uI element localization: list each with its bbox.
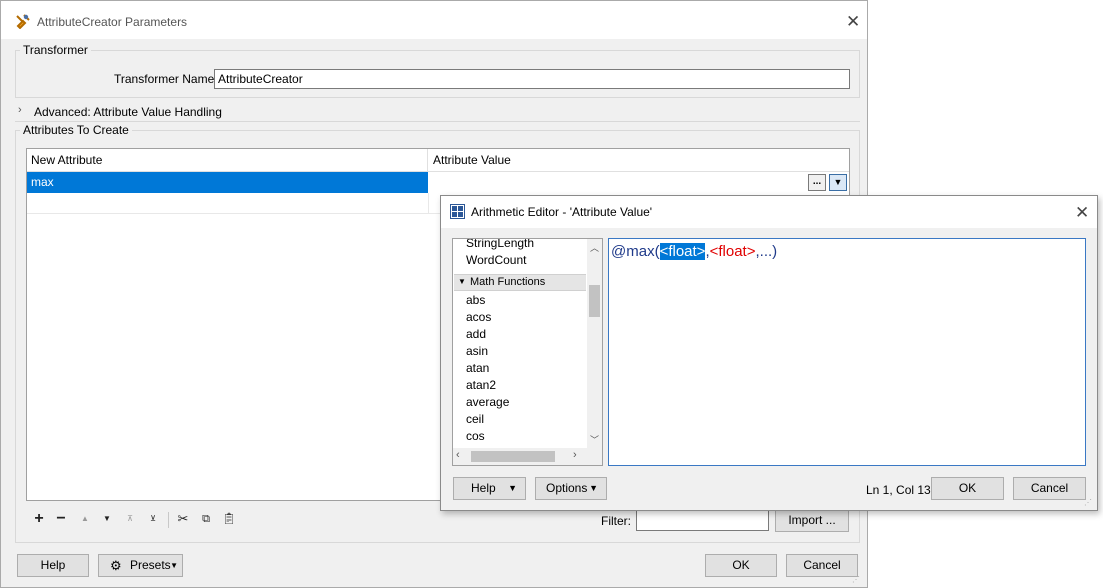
- import-button[interactable]: Import ...: [775, 509, 849, 532]
- copy-icon[interactable]: ⧉: [197, 509, 215, 529]
- new-attribute-cell[interactable]: max: [27, 172, 428, 193]
- math-functions-category-label: Math Functions: [470, 276, 546, 288]
- help-dropdown-arrow-icon: ▼: [508, 483, 517, 493]
- transformer-name-input[interactable]: AttributeCreator: [214, 69, 850, 89]
- fme-transformer-icon: [16, 14, 30, 29]
- resize-grip-icon[interactable]: ⋰: [852, 575, 860, 584]
- value-dropdown-button[interactable]: ▼: [829, 174, 847, 191]
- function-item-atan2[interactable]: atan2: [466, 377, 496, 394]
- remove-row-icon[interactable]: −: [52, 509, 70, 529]
- function-item-asin[interactable]: asin: [466, 343, 488, 360]
- presets-button-label: Presets: [130, 558, 171, 572]
- calculator-icon: [450, 204, 465, 219]
- editor-resize-grip-icon[interactable]: ⋰: [1084, 498, 1092, 507]
- advanced-divider: [15, 121, 860, 122]
- function-item-stringlength[interactable]: StringLength: [466, 239, 534, 252]
- expression-parameter-2[interactable]: <float>: [710, 243, 756, 260]
- vertical-scroll-thumb[interactable]: [589, 285, 600, 317]
- presets-gear-icon: ⚙: [110, 558, 122, 573]
- editor-title-bar: Arithmetic Editor - 'Attribute Value' ✕: [441, 196, 1097, 228]
- presets-dropdown-arrow-icon: ▼: [170, 561, 178, 570]
- horizontal-scroll-thumb[interactable]: [471, 451, 555, 462]
- function-list-horizontal-scrollbar[interactable]: ‹ ›: [453, 448, 602, 465]
- function-item-wordcount[interactable]: WordCount: [466, 252, 526, 269]
- scroll-up-arrow-icon[interactable]: ︿: [587, 241, 602, 254]
- toolbar-divider: [168, 512, 169, 528]
- value-ellipsis-button[interactable]: ...: [808, 174, 826, 191]
- editor-help-button[interactable]: Help ▼: [453, 477, 526, 500]
- help-button[interactable]: Help: [17, 554, 89, 577]
- move-down-icon[interactable]: ▼: [98, 509, 116, 529]
- main-title-bar: AttributeCreator Parameters ✕: [1, 1, 867, 39]
- filter-label: Filter:: [601, 514, 631, 528]
- function-item-add[interactable]: add: [466, 326, 486, 343]
- column-header-attribute-value[interactable]: Attribute Value: [429, 149, 849, 172]
- attributes-group-legend: Attributes To Create: [23, 123, 129, 137]
- advanced-section-toggle[interactable]: Advanced: Attribute Value Handling: [34, 105, 222, 119]
- options-dropdown-arrow-icon: ▼: [589, 483, 598, 493]
- math-functions-category[interactable]: ▼ Math Functions: [454, 274, 586, 291]
- expression-text[interactable]: @max(<float>,<float>,...): [611, 243, 777, 260]
- function-item-acos[interactable]: acos: [466, 309, 491, 326]
- transformer-group-legend: Transformer: [23, 43, 88, 57]
- transformer-name-label: Transformer Name:: [114, 72, 218, 86]
- editor-ok-button[interactable]: OK: [931, 477, 1004, 500]
- editor-cancel-button[interactable]: Cancel: [1013, 477, 1086, 500]
- scroll-down-arrow-icon[interactable]: ﹀: [587, 433, 602, 446]
- options-button[interactable]: Options ▼: [535, 477, 607, 500]
- editor-window-title: Arithmetic Editor - 'Attribute Value': [471, 205, 653, 219]
- editor-help-button-label: Help: [471, 481, 496, 495]
- table-header: New Attribute Attribute Value: [27, 149, 849, 172]
- expression-suffix: ,...): [755, 243, 778, 260]
- move-to-top-icon[interactable]: ⊼: [121, 509, 139, 529]
- row-divider: [428, 193, 429, 214]
- cancel-button[interactable]: Cancel: [786, 554, 858, 577]
- function-item-average[interactable]: average: [466, 394, 509, 411]
- function-list: StringLength WordCount ▼ Math Functions …: [452, 238, 603, 466]
- expression-editor[interactable]: @max(<float>,<float>,...): [608, 238, 1086, 466]
- scroll-left-arrow-icon[interactable]: ‹: [456, 449, 460, 461]
- ok-button[interactable]: OK: [705, 554, 777, 577]
- filter-input[interactable]: [636, 510, 769, 531]
- function-item-ceil[interactable]: ceil: [466, 411, 484, 428]
- attribute-value-cell[interactable]: [428, 172, 849, 193]
- table-row[interactable]: max ... ▼: [27, 172, 849, 193]
- add-row-icon[interactable]: +: [30, 509, 48, 529]
- expression-selected-parameter[interactable]: <float>: [659, 243, 706, 260]
- presets-button[interactable]: ⚙ Presets ▼: [98, 554, 183, 577]
- function-item-cos[interactable]: cos: [466, 428, 485, 445]
- move-to-bottom-icon[interactable]: ⊻: [144, 509, 162, 529]
- advanced-expand-chevron-icon[interactable]: ›: [18, 104, 22, 116]
- cut-icon[interactable]: ✂: [174, 509, 192, 529]
- function-item-abs[interactable]: abs: [466, 292, 485, 309]
- main-window-title: AttributeCreator Parameters: [37, 15, 188, 29]
- function-list-vertical-scrollbar[interactable]: ︿ ﹀: [587, 239, 602, 448]
- cursor-position-status: Ln 1, Col 13: [866, 483, 931, 497]
- paste-icon[interactable]: 📋︎: [220, 509, 238, 529]
- arithmetic-editor-window: Arithmetic Editor - 'Attribute Value' ✕ …: [440, 195, 1098, 511]
- options-button-label: Options: [546, 481, 588, 495]
- column-header-new-attribute[interactable]: New Attribute: [27, 149, 428, 172]
- move-up-icon[interactable]: ▲: [76, 509, 94, 529]
- main-close-icon[interactable]: ✕: [846, 13, 860, 30]
- expression-function-name: @max(: [611, 243, 660, 260]
- scroll-right-arrow-icon[interactable]: ›: [573, 449, 577, 461]
- function-item-atan[interactable]: atan: [466, 360, 489, 377]
- collapse-chevron-icon: ▼: [458, 277, 466, 286]
- editor-close-icon[interactable]: ✕: [1075, 204, 1089, 221]
